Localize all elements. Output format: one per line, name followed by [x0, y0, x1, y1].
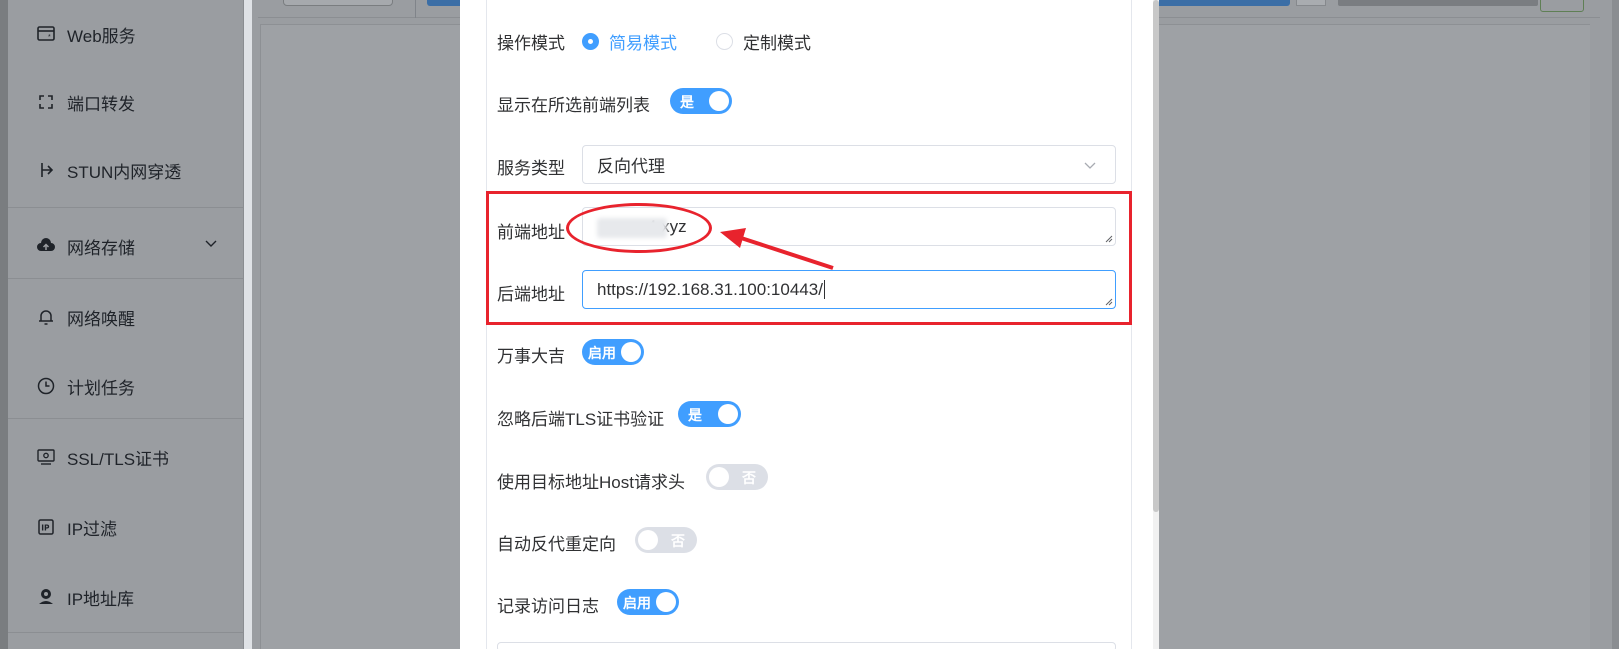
radio-simple-mode[interactable]: 简易模式 — [582, 29, 677, 54]
annotation-arrow-icon — [720, 228, 834, 270]
sidebar-item-ip-database[interactable]: IP地址库 — [8, 563, 244, 631]
window-edge — [1612, 0, 1619, 649]
sidebar-item-label: 网络存储 — [67, 238, 135, 258]
ip-filter-icon: IP — [35, 516, 57, 538]
sidebar: * Web服务 端口转发 STUN内网穿透 网络存储 网络唤醒 计划任务 SSL… — [0, 0, 244, 649]
switch-knob — [718, 404, 738, 424]
use-target-host-label: 使用目标地址Host请求头 — [497, 473, 685, 492]
sidebar-item-label: 端口转发 — [67, 94, 135, 114]
sidebar-separator — [8, 207, 244, 208]
background-box — [1296, 0, 1326, 6]
background-outline — [1540, 0, 1584, 12]
certificate-icon — [35, 446, 57, 468]
switch-text: 否 — [742, 470, 756, 486]
background-bar — [1150, 0, 1290, 6]
ip-database-icon — [35, 586, 57, 608]
service-type-value: 反向代理 — [597, 157, 665, 176]
service-type-select[interactable]: 反向代理 — [582, 145, 1116, 184]
sidebar-edge — [0, 0, 8, 649]
port-forward-icon — [35, 91, 57, 113]
show-in-list-label: 显示在所选前端列表 — [497, 96, 650, 115]
background-divider — [415, 0, 416, 18]
background-box — [1338, 0, 1538, 6]
sidebar-item-port-forward[interactable]: 端口转发 — [8, 68, 244, 136]
access-log-label: 记录访问日志 — [497, 597, 599, 616]
switch-knob — [709, 467, 729, 487]
sidebar-item-ip-filter[interactable]: IP IP过滤 — [8, 493, 244, 561]
use-target-host-switch[interactable]: 否 — [706, 464, 768, 490]
chevron-down-icon — [1084, 162, 1096, 169]
sidebar-item-stun[interactable]: STUN内网穿透 — [8, 136, 244, 204]
web-service-icon: * — [35, 23, 57, 45]
clock-icon — [35, 375, 57, 397]
sidebar-separator — [8, 632, 244, 633]
sidebar-item-label: SSL/TLS证书 — [67, 449, 170, 469]
ignore-tls-label: 忽略后端TLS证书验证 — [497, 410, 665, 429]
all-good-label: 万事大吉 — [497, 347, 565, 366]
sidebar-item-wake-on-lan[interactable]: 网络唤醒 — [8, 283, 244, 351]
next-field-input[interactable] — [497, 642, 1116, 649]
all-good-switch[interactable]: 启用 — [582, 339, 644, 365]
switch-knob — [638, 530, 658, 550]
sidebar-item-label: IP过滤 — [67, 519, 118, 539]
svg-text:*: * — [48, 34, 51, 41]
annotation-ellipse — [566, 203, 712, 253]
switch-text: 启用 — [623, 595, 651, 611]
radio-label: 简易模式 — [609, 34, 677, 53]
switch-knob — [709, 91, 729, 111]
show-in-list-switch[interactable]: 是 — [670, 88, 732, 114]
access-log-switch[interactable]: 启用 — [617, 589, 679, 615]
mode-label: 操作模式 — [497, 34, 565, 53]
svg-text:IP: IP — [41, 524, 50, 533]
sidebar-separator — [8, 418, 244, 419]
bell-icon — [35, 306, 57, 328]
auto-redirect-label: 自动反代重定向 — [497, 535, 616, 554]
switch-text: 启用 — [588, 345, 616, 361]
sidebar-item-network-storage[interactable]: 网络存储 — [8, 212, 244, 280]
switch-text: 是 — [688, 407, 702, 423]
switch-knob — [656, 592, 676, 612]
background-button — [283, 0, 393, 6]
chevron-down-icon[interactable] — [204, 236, 218, 250]
switch-text: 是 — [680, 94, 694, 110]
switch-knob — [621, 342, 641, 362]
cloud-upload-icon — [35, 235, 57, 257]
sidebar-separator — [8, 278, 244, 279]
sidebar-item-label: IP地址库 — [67, 589, 135, 609]
ignore-tls-switch[interactable]: 是 — [678, 401, 741, 427]
sidebar-item-ssl-tls[interactable]: SSL/TLS证书 — [8, 423, 244, 491]
auto-redirect-switch[interactable]: 否 — [635, 527, 697, 553]
sidebar-item-web-service[interactable]: * Web服务 — [8, 0, 244, 68]
sidebar-item-label: 网络唤醒 — [67, 309, 135, 329]
radio-dot — [716, 33, 733, 50]
radio-dot — [582, 33, 599, 50]
stun-icon — [35, 159, 57, 181]
sidebar-item-label: STUN内网穿透 — [67, 162, 182, 182]
sidebar-item-label: Web服务 — [67, 26, 136, 46]
radio-label: 定制模式 — [743, 34, 811, 53]
switch-text: 否 — [671, 533, 685, 549]
dialog-scrollbar-thumb[interactable] — [1153, 0, 1159, 512]
sidebar-item-label: 计划任务 — [67, 378, 135, 398]
service-type-label: 服务类型 — [497, 159, 565, 178]
radio-custom-mode[interactable]: 定制模式 — [716, 29, 811, 54]
sidebar-item-scheduled-tasks[interactable]: 计划任务 — [8, 352, 244, 420]
